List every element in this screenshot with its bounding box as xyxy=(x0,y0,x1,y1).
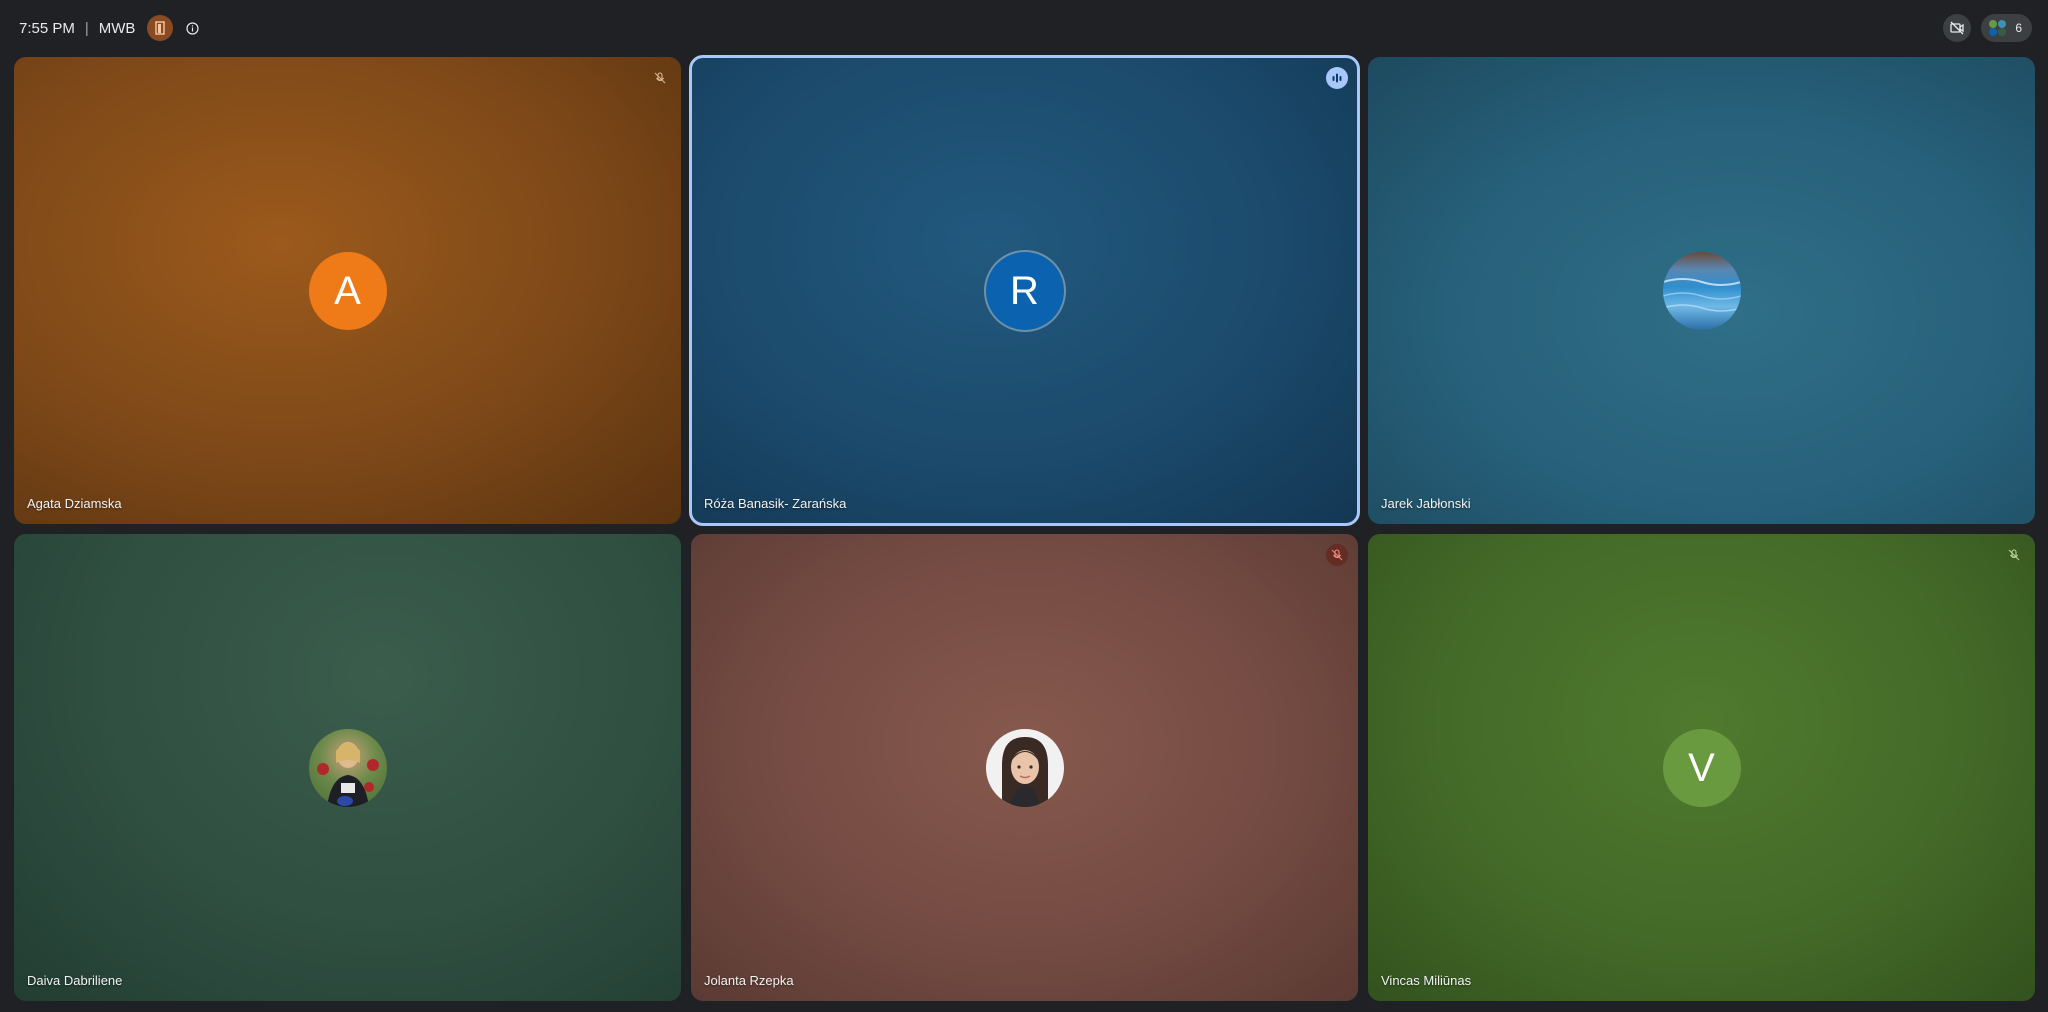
clock-time: 7:55 PM xyxy=(19,19,75,37)
speaking-indicator-icon xyxy=(1326,67,1348,89)
avatar: R xyxy=(985,252,1064,330)
participant-tile[interactable]: A Agata Dziamska xyxy=(14,57,681,524)
avatar-initial: R xyxy=(1010,268,1039,313)
participant-tile[interactable]: V Vincas Miliūnas xyxy=(1368,534,2035,1001)
participant-count: 6 xyxy=(2015,21,2022,35)
mic-off-icon xyxy=(2003,544,2025,566)
avatar: V xyxy=(1662,729,1741,807)
participant-name: Róża Banasik- Zarańska xyxy=(704,496,847,511)
participant-tile[interactable]: Jolanta Rzepka xyxy=(691,534,1358,1001)
participants-button[interactable]: 6 xyxy=(1981,14,2032,42)
top-bar: 7:55 PM | MWB 6 xyxy=(0,0,2048,56)
participant-name: Jolanta Rzepka xyxy=(704,973,794,988)
participant-grid: A Agata Dziamska R Róża Banasik- Zarańsk… xyxy=(14,55,2035,1003)
participant-name: Vincas Miliūnas xyxy=(1381,973,1472,988)
top-right-controls: 6 xyxy=(1943,14,2032,42)
mic-off-icon xyxy=(1326,544,1348,566)
meeting-code: MWB xyxy=(98,19,136,37)
participant-name: Jarek Jabłonski xyxy=(1381,496,1471,511)
profile-photo-avatar xyxy=(985,729,1064,807)
door-icon[interactable] xyxy=(147,15,174,41)
participant-name: Agata Dziamska xyxy=(27,496,122,511)
avatar-initial: V xyxy=(1688,745,1715,790)
profile-photo-avatar xyxy=(308,729,387,807)
participant-tile-active-speaker[interactable]: R Róża Banasik- Zarańska xyxy=(689,55,1360,526)
participants-avatars-icon xyxy=(1989,20,2007,36)
participant-tile[interactable]: Daiva Dabriliene xyxy=(14,534,681,1001)
profile-photo-avatar xyxy=(1662,252,1741,330)
meeting-info: 7:55 PM | MWB xyxy=(19,15,201,41)
participant-tile[interactable]: Jarek Jabłonski xyxy=(1368,57,2035,524)
info-icon[interactable] xyxy=(183,19,201,37)
avatar-initial: A xyxy=(334,268,361,313)
camera-off-icon[interactable] xyxy=(1943,14,1972,42)
avatar: A xyxy=(308,252,387,330)
separator: | xyxy=(84,19,89,37)
mic-off-icon xyxy=(649,67,671,89)
participant-name: Daiva Dabriliene xyxy=(27,973,123,988)
